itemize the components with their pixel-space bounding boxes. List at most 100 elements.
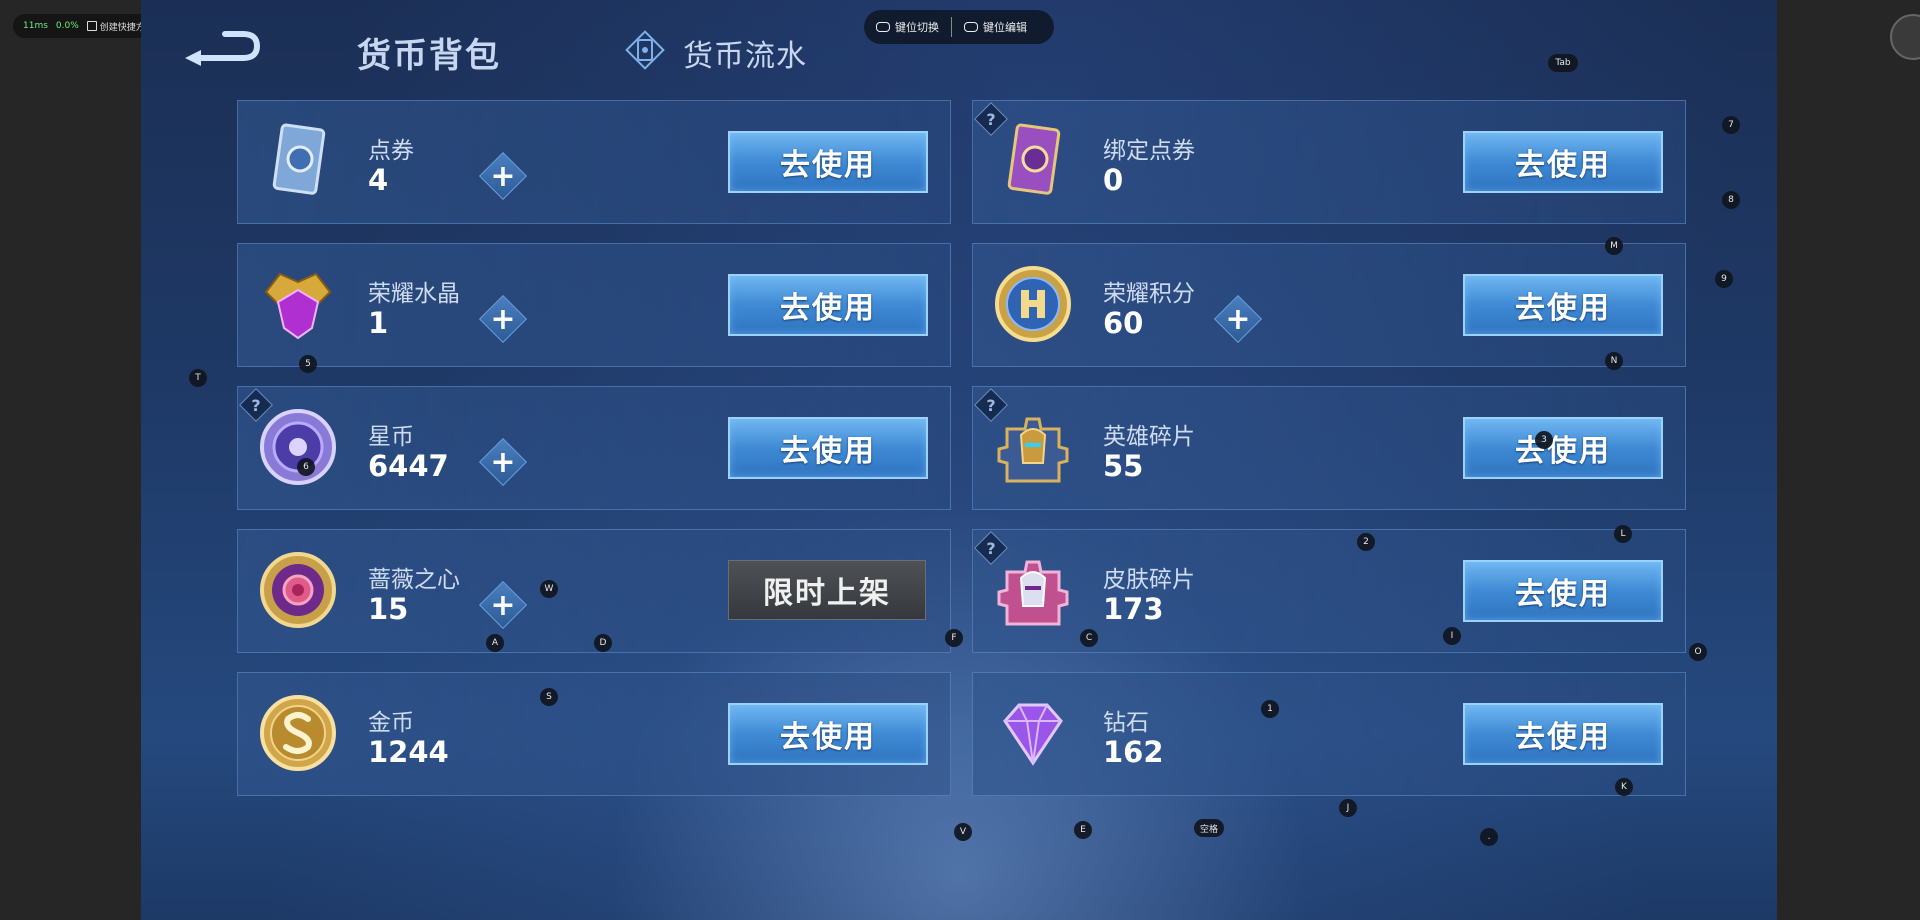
use-button[interactable]: 去使用 xyxy=(728,274,928,336)
plus-icon: + xyxy=(490,158,516,194)
shortcut-icon xyxy=(86,21,97,31)
use-button[interactable]: 去使用 xyxy=(1463,417,1663,479)
currency-amount: 6447 xyxy=(368,449,449,483)
card-diamond: 钻石 162 去使用 xyxy=(972,672,1686,796)
currency-label: 金币 xyxy=(368,710,414,736)
limited-time-button[interactable]: 限时上架 xyxy=(728,560,926,620)
key-hint: 8 xyxy=(1722,191,1740,209)
page-title: 货币背包 xyxy=(357,36,501,76)
key-hint: Tab xyxy=(1548,54,1578,72)
use-button[interactable]: 去使用 xyxy=(1463,274,1663,336)
currency-amount: 60 xyxy=(1103,306,1144,340)
key-hint: M xyxy=(1605,237,1623,255)
currency-amount: 1244 xyxy=(368,735,449,769)
glory-crystal-icon xyxy=(264,272,332,340)
currency-label: 绑定点券 xyxy=(1103,138,1195,164)
key-hint: D xyxy=(594,634,612,652)
card-rose-heart: 蔷薇之心 15 + 限时上架 xyxy=(237,529,951,653)
key-edit-label: 键位编辑 xyxy=(983,21,1027,34)
card-hero-shard: ? 英雄碎片 55 去使用 xyxy=(972,386,1686,510)
key-hint: N xyxy=(1605,352,1623,370)
currency-amount: 173 xyxy=(1103,592,1164,626)
diamond-icon xyxy=(1003,703,1063,766)
use-button[interactable]: 去使用 xyxy=(728,703,928,765)
key-hint: V xyxy=(954,823,972,841)
key-hint: F xyxy=(945,629,963,647)
bound-coupon-icon xyxy=(1007,123,1061,195)
currency-amount: 55 xyxy=(1103,449,1144,483)
key-hint: A xyxy=(486,634,504,652)
use-button[interactable]: 去使用 xyxy=(728,131,928,193)
plus-icon: + xyxy=(1225,301,1251,337)
currency-label: 荣耀积分 xyxy=(1103,281,1195,307)
key-hint: E xyxy=(1074,821,1092,839)
currency-label: 荣耀水晶 xyxy=(368,281,460,307)
currency-label: 皮肤碎片 xyxy=(1103,567,1195,593)
coupon-icon xyxy=(272,123,326,195)
percent-text: 0.0% xyxy=(55,21,79,31)
add-button[interactable]: + xyxy=(478,437,528,487)
add-button[interactable]: + xyxy=(478,151,528,201)
key-edit-button[interactable]: 键位编辑 xyxy=(952,19,1039,35)
key-hint: L xyxy=(1614,525,1632,543)
add-button[interactable]: + xyxy=(478,580,528,630)
key-hint: 2 xyxy=(1357,533,1375,551)
back-arrow-icon[interactable] xyxy=(181,24,265,74)
key-hint: 空格 xyxy=(1194,819,1224,837)
card-gold-coin: 金币 1244 去使用 xyxy=(237,672,951,796)
card-star-coin: ? 星币 6447 + 去使用 xyxy=(237,386,951,510)
gold-coin-icon xyxy=(260,695,336,771)
latency-text: 11ms xyxy=(23,21,48,31)
skin-shard-icon xyxy=(997,560,1069,626)
key-hint: 5 xyxy=(299,355,317,373)
key-hint: W xyxy=(540,580,558,598)
card-bound-coupon: ? 绑定点券 0 去使用 xyxy=(972,100,1686,224)
currency-amount: 0 xyxy=(1103,163,1124,197)
rose-heart-icon xyxy=(260,552,336,628)
currency-label: 英雄碎片 xyxy=(1103,424,1195,450)
key-hint: 7 xyxy=(1722,116,1740,134)
currency-flow-icon[interactable] xyxy=(625,30,665,70)
key-hint: 6 xyxy=(297,458,315,476)
card-skin-shard: ? 皮肤碎片 173 去使用 xyxy=(972,529,1686,653)
currency-label: 点券 xyxy=(368,138,414,164)
gamepad-icon xyxy=(876,22,890,32)
key-hint: 9 xyxy=(1715,270,1733,288)
plus-icon: + xyxy=(490,587,516,623)
card-coupon: 点券 4 + 去使用 xyxy=(237,100,951,224)
key-hint: I xyxy=(1443,627,1461,645)
use-button[interactable]: 去使用 xyxy=(728,417,928,479)
key-mapping-bar: 键位切换 键位编辑 xyxy=(864,10,1054,44)
plus-icon: + xyxy=(490,301,516,337)
key-switch-button[interactable]: 键位切换 xyxy=(864,19,951,35)
gamepad-icon xyxy=(964,22,978,32)
key-switch-label: 键位切换 xyxy=(895,21,939,34)
currency-label: 蔷薇之心 xyxy=(368,567,460,593)
key-hint: J xyxy=(1339,799,1357,817)
currency-label: 星币 xyxy=(368,424,414,450)
currency-amount: 4 xyxy=(368,163,389,197)
currency-label: 钻石 xyxy=(1103,710,1149,736)
plus-icon: + xyxy=(490,444,516,480)
currency-amount: 162 xyxy=(1103,735,1164,769)
key-hint: . xyxy=(1480,828,1498,846)
hero-shard-icon xyxy=(997,417,1069,483)
side-menu-button[interactable] xyxy=(1890,14,1920,60)
add-button[interactable]: + xyxy=(1213,294,1263,344)
card-glory-points: 荣耀积分 60 + 去使用 xyxy=(972,243,1686,367)
use-button[interactable]: 去使用 xyxy=(1463,131,1663,193)
game-screen: 货币背包 货币流水 点券 4 + 去使用 ? 绑定点券 0 去使用 荣耀水晶 1 xyxy=(141,0,1777,920)
tab-currency-flow[interactable]: 货币流水 xyxy=(683,31,807,75)
key-hint: T xyxy=(189,369,207,387)
card-glory-crystal: 荣耀水晶 1 + 去使用 xyxy=(237,243,951,367)
use-button[interactable]: 去使用 xyxy=(1463,560,1663,622)
glory-points-icon xyxy=(995,266,1071,342)
key-hint: 3 xyxy=(1535,431,1553,449)
add-button[interactable]: + xyxy=(478,294,528,344)
use-button[interactable]: 去使用 xyxy=(1463,703,1663,765)
currency-amount: 15 xyxy=(368,592,409,626)
star-coin-icon xyxy=(260,409,336,485)
key-hint: K xyxy=(1615,778,1633,796)
key-hint: C xyxy=(1080,629,1098,647)
key-hint: S xyxy=(540,688,558,706)
